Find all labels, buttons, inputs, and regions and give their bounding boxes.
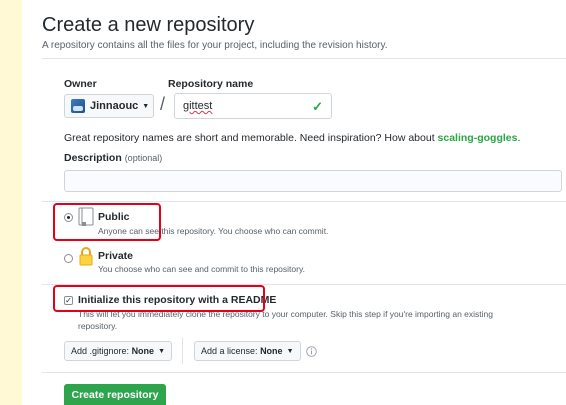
section-divider-3 [42,372,566,373]
init-readme-note-line2: repository. [78,321,118,331]
gitignore-value: None [131,346,155,356]
license-prefix: Add a license: [201,346,258,356]
chevron-down-icon: ▼ [158,347,165,355]
repo-name-label: Repository name [168,78,254,90]
page-title: Create a new repository [42,14,255,36]
repo-name-value: gittest [183,100,213,112]
owner-repo-separator: / [160,94,166,114]
create-repository-button[interactable]: Create repository [64,384,166,405]
description-optional: (optional) [124,153,163,163]
lock-icon [79,247,93,266]
owner-value: Jinnaouc [90,100,139,112]
avatar-icon [71,99,85,113]
private-title: Private [98,250,134,262]
description-input[interactable] [64,170,562,192]
name-suggestion-link[interactable]: scaling-goggles [438,132,518,144]
init-highlight-box [53,285,265,312]
private-radio[interactable] [64,254,73,263]
section-divider-1 [42,201,566,202]
name-hint-text: Great repository names are short and mem… [64,132,438,144]
chevron-down-icon: ▼ [142,102,150,110]
header-divider [42,58,566,59]
owner-select[interactable]: Jinnaouc ▼ [64,94,154,118]
chevron-down-icon: ▼ [286,347,294,355]
public-highlight-box [53,203,161,241]
description-label: Description (optional) [64,152,162,164]
select-divider [182,338,183,364]
page-subtitle: A repository contains all the files for … [42,40,388,51]
repo-name-input[interactable]: gittest ✓ [174,93,332,119]
license-select[interactable]: Add a license: None ▼ [194,341,301,361]
gitignore-select[interactable]: Add .gitignore: None ▼ [64,341,172,361]
name-hint-end: . [517,132,521,144]
license-value: None [260,346,283,356]
private-note: You choose who can see and commit to thi… [98,264,305,274]
info-icon[interactable] [306,346,317,357]
check-icon: ✓ [312,99,323,114]
name-hint: Great repository names are short and mem… [64,132,520,144]
description-label-text: Description [64,152,122,164]
owner-label: Owner [64,78,97,90]
gitignore-prefix: Add .gitignore: [71,346,130,356]
